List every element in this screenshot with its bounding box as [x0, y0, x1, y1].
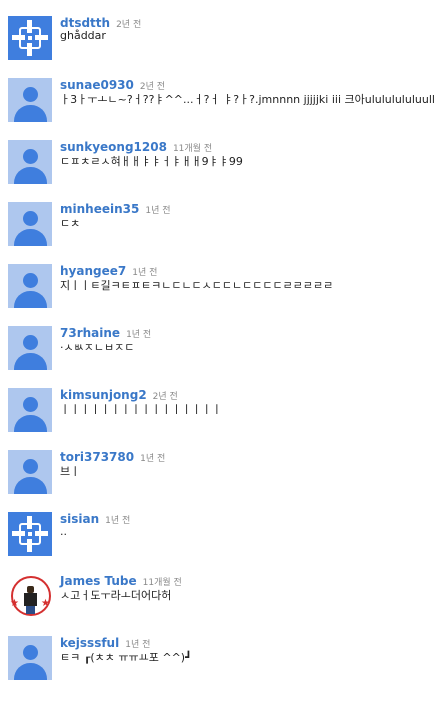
- comment-text: ghåddar: [60, 29, 106, 42]
- comment-author[interactable]: kejsssful: [60, 636, 119, 650]
- avatar[interactable]: [8, 140, 52, 184]
- comment-meta: 73rhaine 1년 전: [60, 322, 151, 340]
- comment-text: ..: [60, 525, 67, 538]
- star-icon: ★: [41, 598, 50, 609]
- comment-item: minheein35 1년 전 ㄷㅊ: [0, 198, 434, 260]
- comment-text: ㅏ3ㅏㅜㅗㄴ~?ㅓ??ㅑ^^...ㅓ?ㅓ ㅑ?ㅏ?.jmnnnn jjjjjki…: [60, 93, 434, 106]
- figure-body: [24, 593, 37, 606]
- comment-time[interactable]: 1년 전: [140, 454, 165, 464]
- avatar[interactable]: [8, 264, 52, 308]
- comment-author[interactable]: sunae0930: [60, 78, 134, 92]
- comment-item: sunkyeong1208 11개월 전 ㄷㅍㅊㄹㅅ혀ㅐㅐㅑㅑㅓㅑㅐㅐ9ㅑㅑ99: [0, 136, 434, 198]
- person-head-shape: [23, 149, 38, 164]
- person-body-shape: [14, 477, 47, 494]
- figure-legs: [26, 606, 35, 614]
- comment-item: sisian 1년 전..: [0, 508, 434, 570]
- comment-author[interactable]: hyangee7: [60, 264, 126, 278]
- comment-time[interactable]: 1년 전: [145, 206, 170, 216]
- comment-item: dtsdtth 2년 전 ghåddar: [0, 12, 434, 74]
- comment-text: ㅅ고ㅓ도ㅜ라ㅗ더어다허: [60, 589, 172, 602]
- comment-time[interactable]: 2년 전: [116, 20, 141, 30]
- comment-author[interactable]: minheein35: [60, 202, 139, 216]
- comment-item: kejsssful 1년 전 ㅌㅋ ┎(ㅊㅊ ㅠㅠㅛ포 ^^)┛: [0, 632, 434, 694]
- comment-meta: dtsdtth 2년 전: [60, 12, 141, 30]
- avatar[interactable]: [8, 636, 52, 680]
- person-head-shape: [23, 211, 38, 226]
- comment-item: tori373780 1년 전브ㅣ: [0, 446, 434, 508]
- comment-author[interactable]: kimsunjong2: [60, 388, 147, 402]
- comment-text: 지ㅣㅣㅌ길ㅋㅌㅍㅌㅋㄴㄷㄴㄷㅅㄷㄷㄴㄷㄷㄷㄷㄹㄹㄹㄹㄹ: [60, 279, 334, 292]
- star-icon: ★: [10, 598, 19, 609]
- person-head-shape: [23, 273, 38, 288]
- comment-item: ★ ★ James Tube 11개월 전 ㅅ고ㅓ도ㅜ라ㅗ더어다허: [0, 570, 434, 632]
- comment-text: ㄷㅍㅊㄹㅅ혀ㅐㅐㅑㅑㅓㅑㅐㅐ9ㅑㅑ99: [60, 155, 243, 168]
- person-body-shape: [14, 291, 47, 308]
- comment-text: ㅌㅋ ┎(ㅊㅊ ㅠㅠㅛ포 ^^)┛: [60, 651, 192, 664]
- avatar[interactable]: ★ ★: [8, 574, 52, 618]
- comment-meta: James Tube 11개월 전: [60, 570, 182, 588]
- avatar[interactable]: [8, 202, 52, 246]
- comment-meta: sunkyeong1208 11개월 전: [60, 136, 212, 154]
- avatar[interactable]: [8, 16, 52, 60]
- comment-author[interactable]: sunkyeong1208: [60, 140, 167, 154]
- comment-time[interactable]: 1년 전: [105, 516, 130, 526]
- comment-meta: sunae0930 2년 전: [60, 74, 165, 92]
- comment-author[interactable]: sisian: [60, 512, 99, 526]
- comment-meta: kejsssful 1년 전: [60, 632, 150, 650]
- pattern-dot: [28, 532, 32, 536]
- person-head-shape: [23, 397, 38, 412]
- person-body-shape: [14, 167, 47, 184]
- avatar[interactable]: [8, 326, 52, 370]
- person-body-shape: [14, 663, 47, 680]
- person-head-shape: [23, 645, 38, 660]
- person-head-shape: [23, 335, 38, 350]
- comment-item: kimsunjong2 2년 전 ㅣㅣㅣㅣㅣㅣㅣㅣㅣㅣㅣㅣㅣㅣㅣㅣ: [0, 384, 434, 446]
- comment-text: ㅣㅣㅣㅣㅣㅣㅣㅣㅣㅣㅣㅣㅣㅣㅣㅣ: [60, 403, 222, 416]
- avatar[interactable]: [8, 78, 52, 122]
- avatar[interactable]: [8, 512, 52, 556]
- person-body-shape: [14, 353, 47, 370]
- comment-item: hyangee7 1년 전 지ㅣㅣㅌ길ㅋㅌㅍㅌㅋㄴㄷㄴㄷㅅㄷㄷㄴㄷㄷㄷㄷㄹㄹㄹㄹㄹ: [0, 260, 434, 322]
- person-head-shape: [23, 459, 38, 474]
- comment-meta: minheein35 1년 전: [60, 198, 171, 216]
- person-body-shape: [14, 415, 47, 432]
- comment-meta: hyangee7 1년 전: [60, 260, 157, 278]
- person-body-shape: [14, 229, 47, 246]
- comment-text: ·ㅅㅄㅈㄴㅂㅈㄷ: [60, 341, 135, 354]
- comment-meta: tori373780 1년 전: [60, 446, 165, 464]
- comment-author[interactable]: James Tube: [60, 574, 137, 588]
- comment-meta: kimsunjong2 2년 전: [60, 384, 178, 402]
- figure-head: [27, 586, 34, 593]
- avatar[interactable]: [8, 388, 52, 432]
- pattern-dot: [28, 36, 32, 40]
- comment-meta: sisian 1년 전: [60, 508, 130, 526]
- person-body-shape: [14, 105, 47, 122]
- comment-author[interactable]: tori373780: [60, 450, 134, 464]
- avatar[interactable]: [8, 450, 52, 494]
- comment-author[interactable]: 73rhaine: [60, 326, 120, 340]
- comment-author[interactable]: dtsdtth: [60, 16, 110, 30]
- person-head-shape: [23, 87, 38, 102]
- comment-text: ㄷㅊ: [60, 217, 81, 230]
- comment-item: sunae0930 2년 전 ㅏ3ㅏㅜㅗㄴ~?ㅓ??ㅑ^^...ㅓ?ㅓ ㅑ?ㅏ?.j…: [0, 74, 434, 136]
- comment-text: 브ㅣ: [60, 465, 81, 478]
- comment-item: 73rhaine 1년 전 ·ㅅㅄㅈㄴㅂㅈㄷ: [0, 322, 434, 384]
